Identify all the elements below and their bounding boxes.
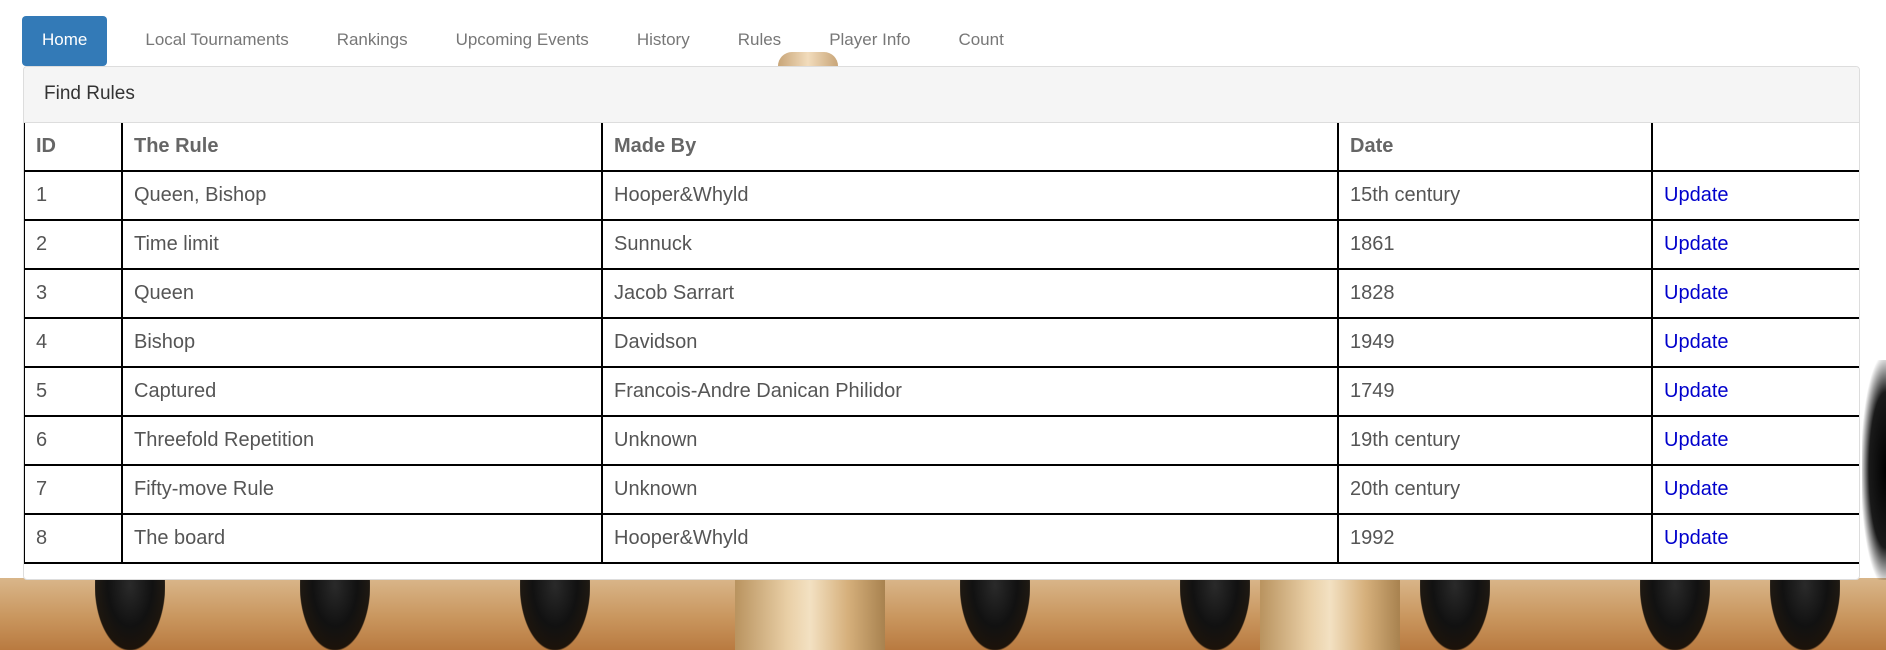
- light-pawn-shape: [1260, 578, 1400, 650]
- nav-local-tournaments[interactable]: Local Tournaments: [121, 16, 312, 66]
- cell-date: 1949: [1337, 317, 1653, 368]
- dark-pawn-shape: [95, 578, 165, 650]
- column-header-action: [1651, 123, 1859, 172]
- cell-action: Update: [1651, 170, 1859, 221]
- cell-rule: Fifty-move Rule: [121, 464, 603, 515]
- light-pawn-shape: [735, 578, 885, 650]
- nav-rankings[interactable]: Rankings: [313, 16, 432, 66]
- nav-rules[interactable]: Rules: [714, 16, 805, 66]
- table-row: 4 Bishop Davidson 1949 Update: [24, 317, 1859, 368]
- cell-date: 15th century: [1337, 170, 1653, 221]
- column-header-rule: The Rule: [121, 123, 603, 172]
- cell-action: Update: [1651, 317, 1859, 368]
- cell-rule: Queen: [121, 268, 603, 319]
- rules-table: ID The Rule Made By Date 1 Queen, Bishop…: [24, 123, 1859, 564]
- cell-action: Update: [1651, 464, 1859, 515]
- background-chess-image: [0, 578, 1886, 650]
- table-header-row: ID The Rule Made By Date: [24, 123, 1859, 172]
- update-link[interactable]: Update: [1664, 184, 1729, 206]
- cell-rule: The board: [121, 513, 603, 564]
- cell-date: 19th century: [1337, 415, 1653, 466]
- nav-history[interactable]: History: [613, 16, 714, 66]
- cell-id: 8: [24, 513, 123, 564]
- column-header-made-by: Made By: [601, 123, 1339, 172]
- cell-date: 20th century: [1337, 464, 1653, 515]
- dark-pawn-shape: [520, 578, 590, 650]
- dark-piece-edge-shape: [1862, 360, 1886, 580]
- table-row: 6 Threefold Repetition Unknown 19th cent…: [24, 415, 1859, 466]
- cell-action: Update: [1651, 219, 1859, 270]
- cell-made-by: Francois-Andre Danican Philidor: [601, 366, 1339, 417]
- cell-made-by: Davidson: [601, 317, 1339, 368]
- table-row: 2 Time limit Sunnuck 1861 Update: [24, 219, 1859, 270]
- cell-made-by: Hooper&Whyld: [601, 170, 1339, 221]
- cell-made-by: Unknown: [601, 464, 1339, 515]
- update-link[interactable]: Update: [1664, 380, 1729, 402]
- cell-rule: Queen, Bishop: [121, 170, 603, 221]
- update-link[interactable]: Update: [1664, 233, 1729, 255]
- table-row: 3 Queen Jacob Sarrart 1828 Update: [24, 268, 1859, 319]
- cell-rule: Time limit: [121, 219, 603, 270]
- update-link[interactable]: Update: [1664, 478, 1729, 500]
- cell-action: Update: [1651, 415, 1859, 466]
- cell-id: 2: [24, 219, 123, 270]
- cell-action: Update: [1651, 268, 1859, 319]
- cell-id: 5: [24, 366, 123, 417]
- nav-upcoming-events[interactable]: Upcoming Events: [432, 16, 613, 66]
- cell-made-by: Hooper&Whyld: [601, 513, 1339, 564]
- column-header-date: Date: [1337, 123, 1653, 172]
- table-row: 1 Queen, Bishop Hooper&Whyld 15th centur…: [24, 170, 1859, 221]
- cell-id: 6: [24, 415, 123, 466]
- cell-id: 4: [24, 317, 123, 368]
- cell-date: 1992: [1337, 513, 1653, 564]
- nav-home[interactable]: Home: [22, 16, 108, 66]
- cell-id: 7: [24, 464, 123, 515]
- cell-action: Update: [1651, 513, 1859, 564]
- update-link[interactable]: Update: [1664, 331, 1729, 353]
- cell-made-by: Sunnuck: [601, 219, 1339, 270]
- update-link[interactable]: Update: [1664, 527, 1729, 549]
- table-row: 7 Fifty-move Rule Unknown 20th century U…: [24, 464, 1859, 515]
- rules-panel: Find Rules ID The Rule Made By Date 1 Qu…: [23, 66, 1860, 580]
- dark-pawn-shape: [1640, 578, 1710, 650]
- update-link[interactable]: Update: [1664, 282, 1729, 304]
- cell-rule: Captured: [121, 366, 603, 417]
- dark-pawn-shape: [1770, 578, 1840, 650]
- cell-rule: Bishop: [121, 317, 603, 368]
- dark-pawn-shape: [960, 578, 1030, 650]
- cell-date: 1828: [1337, 268, 1653, 319]
- cell-date: 1749: [1337, 366, 1653, 417]
- main-nav: Home Local Tournaments Rankings Upcoming…: [22, 16, 1028, 66]
- dark-pawn-shape: [300, 578, 370, 650]
- cell-made-by: Unknown: [601, 415, 1339, 466]
- column-header-id: ID: [24, 123, 123, 172]
- update-link[interactable]: Update: [1664, 429, 1729, 451]
- dark-pawn-shape: [1180, 578, 1250, 650]
- cell-rule: Threefold Repetition: [121, 415, 603, 466]
- nav-player-info[interactable]: Player Info: [805, 16, 934, 66]
- cell-made-by: Jacob Sarrart: [601, 268, 1339, 319]
- dark-pawn-shape: [1420, 578, 1490, 650]
- panel-heading: Find Rules: [24, 67, 1859, 123]
- cell-action: Update: [1651, 366, 1859, 417]
- table-row: 5 Captured Francois-Andre Danican Philid…: [24, 366, 1859, 417]
- cell-id: 3: [24, 268, 123, 319]
- cell-id: 1: [24, 170, 123, 221]
- table-row: 8 The board Hooper&Whyld 1992 Update: [24, 513, 1859, 564]
- nav-count[interactable]: Count: [934, 16, 1027, 66]
- cell-date: 1861: [1337, 219, 1653, 270]
